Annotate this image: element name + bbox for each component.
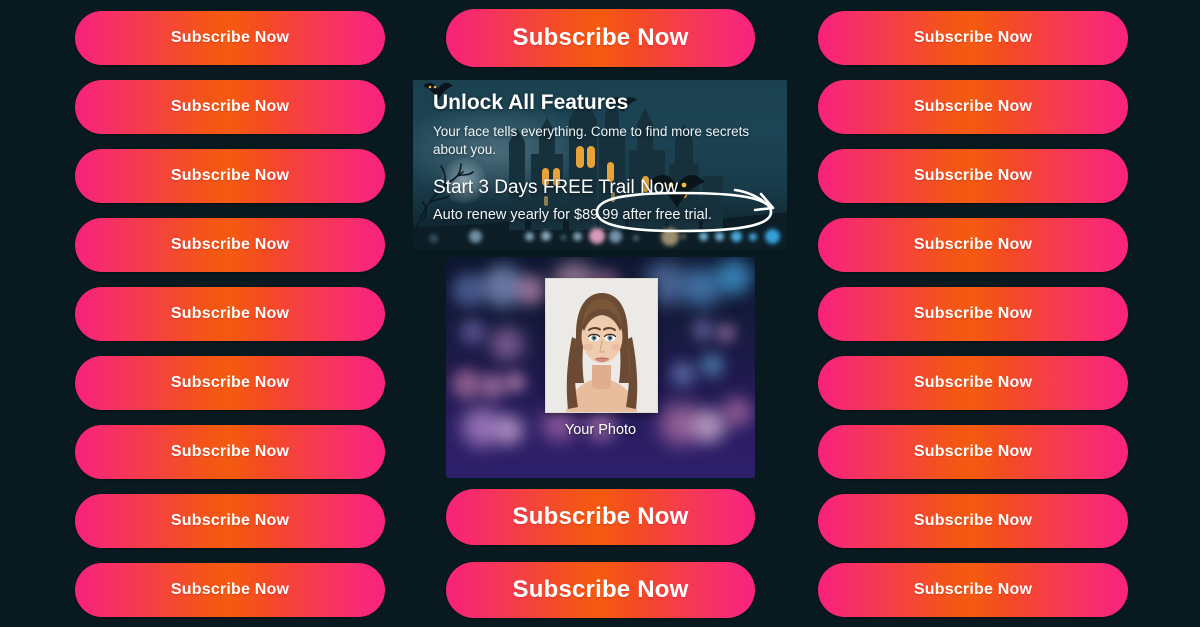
banner-subtitle: Your face tells everything. Come to find… xyxy=(433,124,750,157)
subscribe-now-button[interactable]: Subscribe Now xyxy=(818,494,1128,548)
subscribe-now-label: Subscribe Now xyxy=(170,305,290,322)
subscribe-now-label: Subscribe Now xyxy=(512,503,689,530)
portrait-headshot-image xyxy=(546,279,657,412)
subscribe-now-label: Subscribe Now xyxy=(170,29,290,46)
subscribe-now-button[interactable]: Subscribe Now xyxy=(75,218,385,272)
banner-cta-text: Start 3 Days FREE Trail Now xyxy=(433,177,678,198)
subscribe-now-button[interactable]: Subscribe Now xyxy=(818,218,1128,272)
subscribe-now-label: Subscribe Now xyxy=(512,576,689,603)
subscribe-now-label: Subscribe Now xyxy=(913,236,1033,253)
subscribe-now-button[interactable]: Subscribe Now xyxy=(75,149,385,203)
subscribe-now-label: Subscribe Now xyxy=(913,374,1033,391)
subscribe-now-button[interactable]: Subscribe Now xyxy=(75,494,385,548)
subscribe-now-label: Subscribe Now xyxy=(913,29,1033,46)
subscribe-now-label: Subscribe Now xyxy=(170,236,290,253)
subscribe-now-button[interactable]: Subscribe Now xyxy=(75,11,385,65)
subscribe-now-label: Subscribe Now xyxy=(512,24,689,51)
subscribe-now-label: Subscribe Now xyxy=(170,167,290,184)
subscribe-now-button[interactable]: Subscribe Now xyxy=(446,9,755,67)
banner-fine-print: Auto renew yearly for $89.99 after free … xyxy=(433,207,712,223)
subscribe-now-button[interactable]: Subscribe Now xyxy=(818,563,1128,617)
subscribe-now-label: Subscribe Now xyxy=(170,512,290,529)
subscribe-now-button[interactable]: Subscribe Now xyxy=(75,425,385,479)
subscribe-now-button[interactable]: Subscribe Now xyxy=(75,80,385,134)
subscribe-now-button[interactable]: Subscribe Now xyxy=(818,80,1128,134)
banner-text-block: Unlock All Features Your face tells ever… xyxy=(413,80,787,250)
subscribe-now-button[interactable]: Subscribe Now xyxy=(818,287,1128,341)
subscribe-now-button[interactable]: Subscribe Now xyxy=(818,356,1128,410)
subscribe-now-button[interactable]: Subscribe Now xyxy=(75,356,385,410)
app-screen: Subscribe Now Subscribe Now Subscribe No… xyxy=(0,0,1200,627)
banner-title: Unlock All Features xyxy=(433,91,629,114)
subscribe-now-button[interactable]: Subscribe Now xyxy=(446,489,755,545)
subscribe-now-button[interactable]: Subscribe Now xyxy=(75,563,385,617)
subscribe-now-label: Subscribe Now xyxy=(170,374,290,391)
subscribe-now-label: Subscribe Now xyxy=(913,167,1033,184)
photo-preview-panel[interactable]: Your Photo xyxy=(446,257,755,478)
your-photo-caption: Your Photo xyxy=(564,422,637,438)
subscribe-now-button[interactable]: Subscribe Now xyxy=(446,562,755,618)
subscribe-now-button[interactable]: Subscribe Now xyxy=(75,287,385,341)
subscribe-now-label: Subscribe Now xyxy=(913,512,1033,529)
user-photo xyxy=(545,278,658,413)
subscribe-now-label: Subscribe Now xyxy=(913,581,1033,598)
subscribe-now-button[interactable]: Subscribe Now xyxy=(818,11,1128,65)
subscribe-now-label: Subscribe Now xyxy=(913,98,1033,115)
promo-banner[interactable]: Unlock All Features Your face tells ever… xyxy=(413,80,787,250)
subscribe-now-label: Subscribe Now xyxy=(170,581,290,598)
subscribe-now-label: Subscribe Now xyxy=(170,443,290,460)
subscribe-now-label: Subscribe Now xyxy=(170,98,290,115)
subscribe-now-label: Subscribe Now xyxy=(913,305,1033,322)
subscribe-now-button[interactable]: Subscribe Now xyxy=(818,149,1128,203)
subscribe-now-button[interactable]: Subscribe Now xyxy=(818,425,1128,479)
subscribe-now-label: Subscribe Now xyxy=(913,443,1033,460)
